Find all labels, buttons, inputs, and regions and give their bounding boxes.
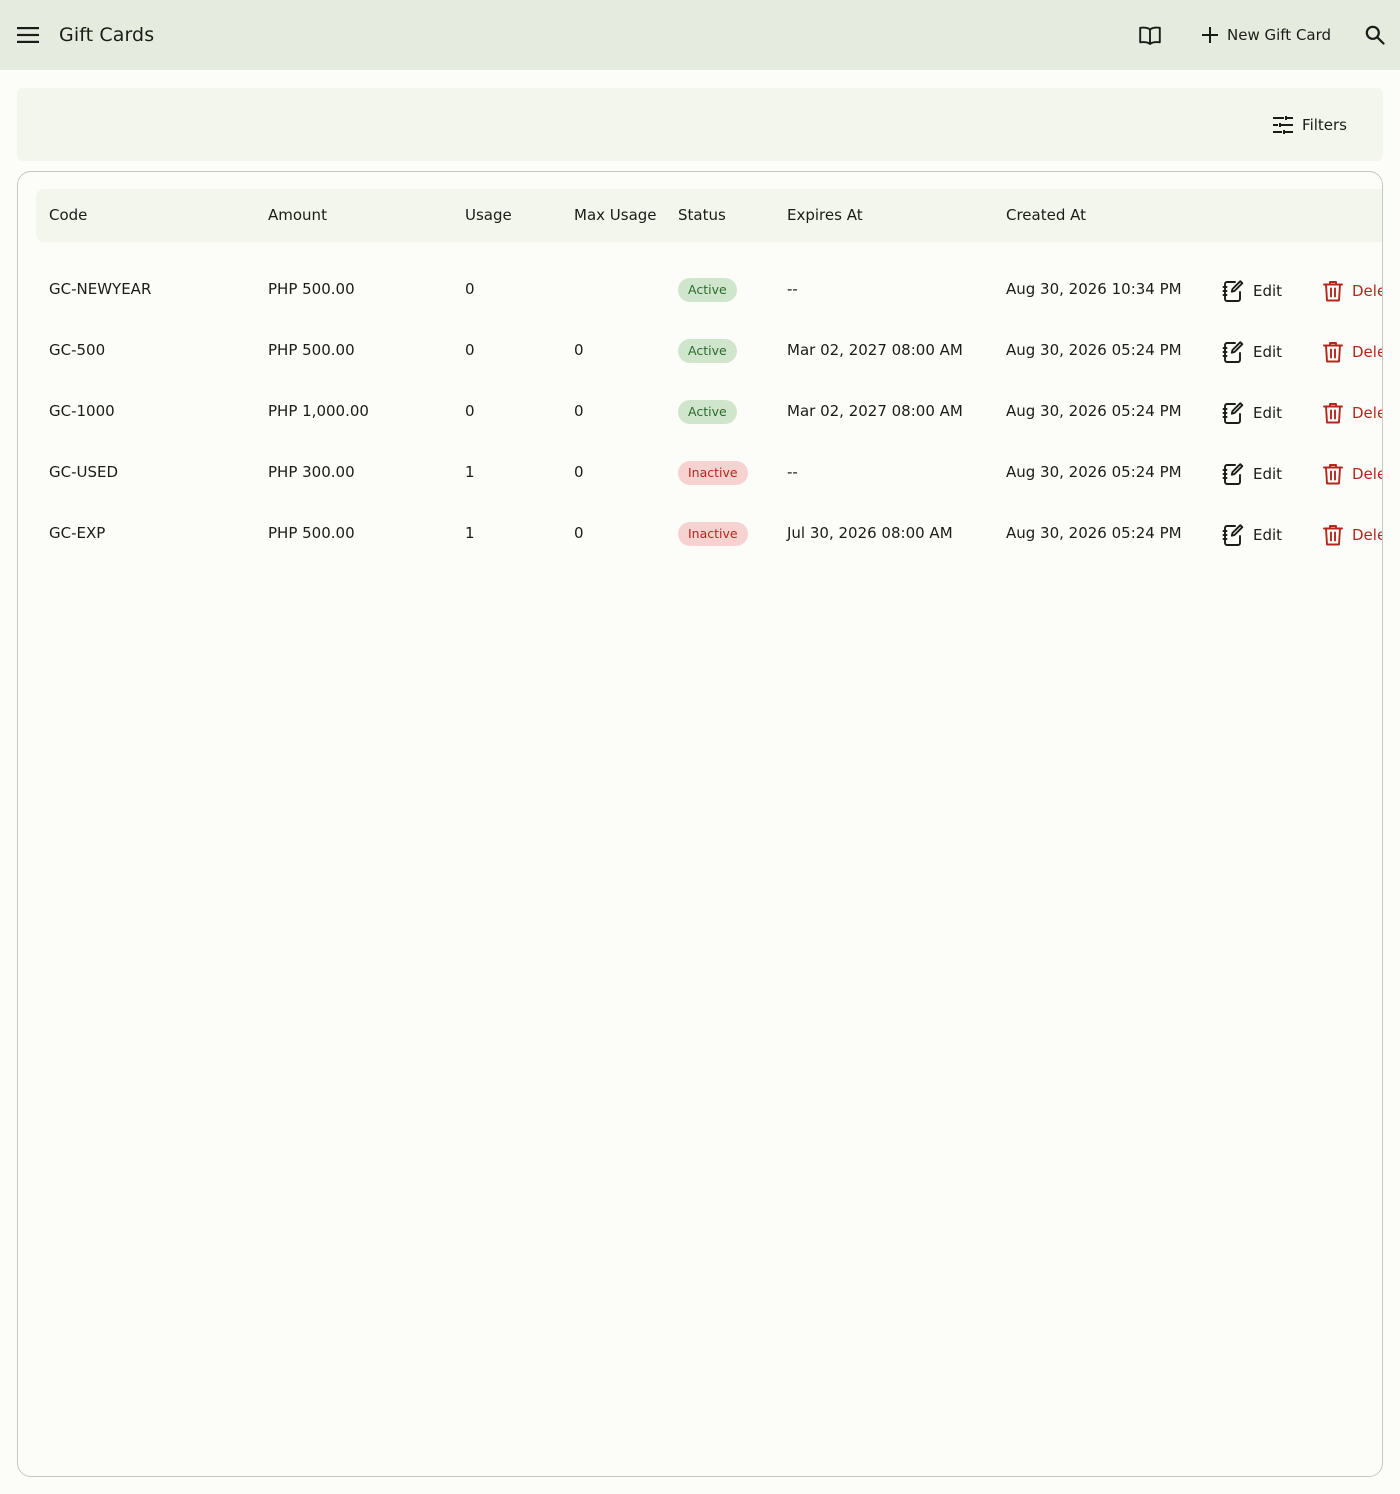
edit-button[interactable]: Edit <box>1222 339 1282 365</box>
edit-label: Edit <box>1253 343 1283 361</box>
book-icon <box>1139 26 1161 45</box>
cell-usage: 0 <box>465 280 475 298</box>
table-header: Code Amount Usage Max Usage Status Expir… <box>36 189 1382 242</box>
table-row[interactable]: GC-500 PHP 500.00 0 0 Active Mar 02, 202… <box>18 321 1383 382</box>
edit-note-icon <box>1222 524 1244 546</box>
column-header-code[interactable]: Code <box>49 206 87 224</box>
status-badge: Inactive <box>678 522 748 546</box>
edit-label: Edit <box>1253 465 1283 483</box>
trash-icon <box>1323 525 1343 546</box>
status-badge: Active <box>678 400 737 424</box>
cell-code: GC-500 <box>49 341 106 359</box>
edit-label: Edit <box>1253 404 1283 422</box>
cell-created-at: Aug 30, 2026 05:24 PM <box>1006 402 1182 420</box>
table-row[interactable]: GC-1000 PHP 1,000.00 0 0 Active Mar 02, … <box>18 382 1383 443</box>
edit-button[interactable]: Edit <box>1222 400 1282 426</box>
delete-button[interactable]: Dele <box>1323 400 1383 426</box>
trash-icon <box>1323 403 1343 424</box>
table-row[interactable]: GC-NEWYEAR PHP 500.00 0 Active -- Aug 30… <box>18 260 1383 321</box>
delete-label: Dele <box>1352 282 1383 300</box>
cell-max-usage: 0 <box>574 341 584 359</box>
top-app-bar: Gift Cards New Gift Card <box>0 0 1400 70</box>
trash-icon <box>1323 464 1343 485</box>
edit-note-icon <box>1222 402 1244 424</box>
edit-button[interactable]: Edit <box>1222 278 1282 304</box>
tune-icon <box>1273 116 1294 134</box>
page-title: Gift Cards <box>59 24 155 46</box>
status-badge: Active <box>678 278 737 302</box>
cell-code: GC-EXP <box>49 524 106 542</box>
delete-label: Dele <box>1352 404 1383 422</box>
table-row[interactable]: GC-USED PHP 300.00 1 0 Inactive -- Aug 3… <box>18 443 1383 504</box>
cell-expires-at: -- <box>787 280 798 298</box>
delete-button[interactable]: Dele <box>1323 339 1383 365</box>
edit-note-icon <box>1222 280 1244 302</box>
status-badge: Inactive <box>678 461 748 485</box>
cell-expires-at: Mar 02, 2027 08:00 AM <box>787 402 963 420</box>
edit-button[interactable]: Edit <box>1222 461 1282 487</box>
edit-button[interactable]: Edit <box>1222 522 1282 548</box>
cell-created-at: Aug 30, 2026 10:34 PM <box>1006 280 1182 298</box>
menu-button[interactable] <box>12 19 44 51</box>
column-header-amount[interactable]: Amount <box>268 206 327 224</box>
edit-label: Edit <box>1253 526 1283 544</box>
cell-created-at: Aug 30, 2026 05:24 PM <box>1006 341 1182 359</box>
plus-icon <box>1202 27 1218 43</box>
column-header-status[interactable]: Status <box>678 206 726 224</box>
table-row[interactable]: GC-EXP PHP 500.00 1 0 Inactive Jul 30, 2… <box>18 504 1383 565</box>
cell-usage: 0 <box>465 402 475 420</box>
cell-code: GC-USED <box>49 463 119 481</box>
delete-button[interactable]: Dele <box>1323 278 1383 304</box>
cell-created-at: Aug 30, 2026 05:24 PM <box>1006 524 1182 542</box>
edit-note-icon <box>1222 463 1244 485</box>
delete-label: Dele <box>1352 343 1383 361</box>
delete-button[interactable]: Dele <box>1323 522 1383 548</box>
cell-expires-at: Mar 02, 2027 08:00 AM <box>787 341 963 359</box>
delete-label: Dele <box>1352 526 1383 544</box>
cell-usage: 1 <box>465 463 475 481</box>
column-header-created-at[interactable]: Created At <box>1006 206 1086 224</box>
delete-button[interactable]: Dele <box>1323 461 1383 487</box>
cell-usage: 0 <box>465 341 475 359</box>
column-header-expires-at[interactable]: Expires At <box>787 206 863 224</box>
cell-expires-at: Jul 30, 2026 08:00 AM <box>787 524 953 542</box>
column-header-usage[interactable]: Usage <box>465 206 512 224</box>
cell-code: GC-1000 <box>49 402 115 420</box>
cell-code: GC-NEWYEAR <box>49 280 152 298</box>
trash-icon <box>1323 342 1343 363</box>
column-header-max-usage[interactable]: Max Usage <box>574 206 657 224</box>
search-button[interactable] <box>1358 18 1392 52</box>
cell-amount: PHP 500.00 <box>268 524 355 542</box>
trash-icon <box>1323 281 1343 302</box>
filters-label: Filters <box>1302 116 1347 134</box>
cell-amount: PHP 300.00 <box>268 463 355 481</box>
cell-amount: PHP 1,000.00 <box>268 402 369 420</box>
edit-label: Edit <box>1253 282 1283 300</box>
menu-icon <box>17 27 39 43</box>
filter-bar: Filters <box>17 88 1383 161</box>
new-gift-card-button[interactable]: New Gift Card <box>1192 18 1341 52</box>
cell-max-usage: 0 <box>574 524 584 542</box>
filters-button[interactable]: Filters <box>1273 108 1347 142</box>
cell-usage: 1 <box>465 524 475 542</box>
search-icon <box>1365 25 1385 45</box>
docs-button[interactable] <box>1134 19 1166 51</box>
gift-cards-table: Code Amount Usage Max Usage Status Expir… <box>17 171 1383 1477</box>
cell-created-at: Aug 30, 2026 05:24 PM <box>1006 463 1182 481</box>
status-badge: Active <box>678 339 737 363</box>
cell-max-usage: 0 <box>574 402 584 420</box>
new-gift-card-label: New Gift Card <box>1227 26 1332 44</box>
cell-amount: PHP 500.00 <box>268 341 355 359</box>
edit-note-icon <box>1222 341 1244 363</box>
cell-max-usage: 0 <box>574 463 584 481</box>
cell-amount: PHP 500.00 <box>268 280 355 298</box>
delete-label: Dele <box>1352 465 1383 483</box>
cell-expires-at: -- <box>787 463 798 481</box>
